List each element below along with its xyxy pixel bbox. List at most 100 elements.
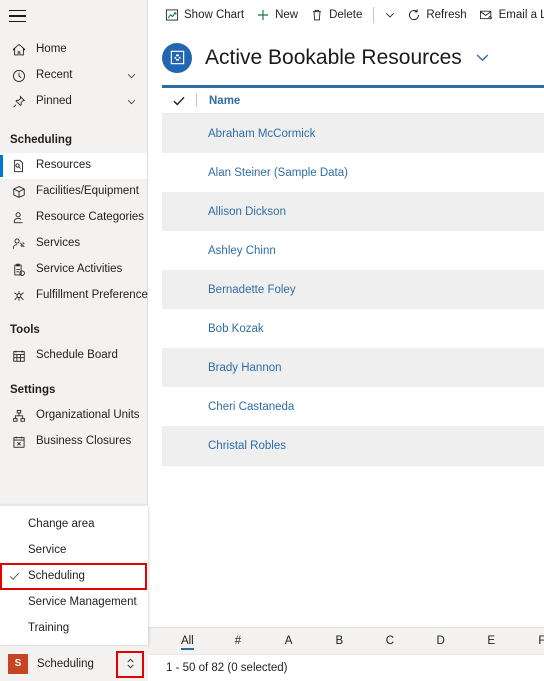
sidebar-item-fulfillment-preferences[interactable]: Fulfillment Preferences xyxy=(0,283,154,309)
sidebar-item-label: Service Activities xyxy=(36,263,123,276)
fulfillment-icon xyxy=(10,288,28,304)
page-title: Active Bookable Resources xyxy=(205,45,462,69)
row-name-link[interactable]: Abraham McCormick xyxy=(208,128,315,140)
delete-button[interactable]: Delete xyxy=(304,1,368,29)
view-selector-chevron-down-icon[interactable] xyxy=(474,49,491,66)
row-name-link[interactable]: Bob Kozak xyxy=(208,323,264,335)
sidebar-item-pinned[interactable]: Pinned xyxy=(0,89,147,115)
clock-icon xyxy=(10,68,28,84)
area-switcher-header: Change area xyxy=(28,518,95,530)
sidebar: Home Recent Pinned Scheduling Resources … xyxy=(0,0,154,681)
plus-icon xyxy=(256,8,270,22)
chevron-down-icon[interactable] xyxy=(126,97,137,108)
row-name-link[interactable]: Christal Robles xyxy=(208,440,286,452)
area-option-service[interactable]: Service xyxy=(0,537,148,563)
chevron-down-icon[interactable] xyxy=(126,71,137,82)
area-option-scheduling[interactable]: Scheduling xyxy=(0,563,148,589)
row-name-link[interactable]: Cheri Castaneda xyxy=(208,401,294,413)
command-bar: Show Chart New Delete Refresh Email a L xyxy=(148,0,544,30)
show-chart-icon xyxy=(165,8,179,22)
show-chart-button[interactable]: Show Chart xyxy=(159,1,250,29)
sidebar-item-label: Schedule Board xyxy=(36,349,118,362)
new-button[interactable]: New xyxy=(250,1,304,29)
sidebar-item-resource-categories[interactable]: Resource Categories xyxy=(0,205,147,231)
calendar-board-icon xyxy=(10,348,28,364)
sidebar-item-label: Services xyxy=(36,237,81,250)
grid-empty-space xyxy=(162,465,544,627)
alpha-filter-f[interactable]: F xyxy=(517,635,544,647)
command-label: New xyxy=(275,9,299,21)
column-header-name: Name xyxy=(209,94,241,107)
row-name-link[interactable]: Brady Hannon xyxy=(208,362,282,374)
hamburger-button[interactable] xyxy=(0,0,147,32)
table-row[interactable]: Bernadette Foley xyxy=(162,270,544,309)
alpha-filter-all[interactable]: All xyxy=(162,635,213,650)
activity-icon xyxy=(10,262,28,278)
row-name-link[interactable]: Ashley Chinn xyxy=(208,245,276,257)
table-row[interactable]: Christal Robles xyxy=(162,426,544,465)
sidebar-item-business-closures[interactable]: Business Closures xyxy=(0,429,147,455)
area-option-label: Training xyxy=(28,622,70,634)
table-row[interactable]: Abraham McCormick xyxy=(162,114,544,153)
hamburger-icon xyxy=(9,9,26,23)
app-logo: S xyxy=(8,653,28,674)
table-row[interactable]: Bob Kozak xyxy=(162,309,544,348)
sidebar-item-service-activities[interactable]: Service Activities xyxy=(0,257,147,283)
home-icon xyxy=(10,42,28,58)
table-row[interactable]: Cheri Castaneda xyxy=(162,387,544,426)
grid-rows: Abraham McCormick Alan Steiner (Sample D… xyxy=(162,114,544,465)
alpha-filter-a[interactable]: A xyxy=(263,635,314,647)
alpha-filter-d[interactable]: D xyxy=(415,635,466,647)
sidebar-item-services[interactable]: Services xyxy=(0,231,147,257)
alpha-filter-e[interactable]: E xyxy=(466,635,517,647)
row-name-link[interactable]: Alan Steiner (Sample Data) xyxy=(208,167,348,179)
chevron-down-icon xyxy=(384,9,396,21)
area-option-service-management[interactable]: Service Management xyxy=(0,589,148,615)
sidebar-item-recent[interactable]: Recent xyxy=(0,63,147,89)
area-option-training[interactable]: Training xyxy=(0,615,148,641)
main-content: Show Chart New Delete Refresh Email a L … xyxy=(148,0,544,681)
sidebar-item-resources[interactable]: Resources xyxy=(0,153,147,179)
table-row[interactable]: Allison Dickson xyxy=(162,192,544,231)
table-row[interactable]: Brady Hannon xyxy=(162,348,544,387)
table-row[interactable]: Ashley Chinn xyxy=(162,231,544,270)
command-label: Email a Link xyxy=(498,9,544,21)
org-units-icon xyxy=(10,408,28,424)
area-switcher-menu: Change area Service Scheduling Service M… xyxy=(0,505,148,645)
trash-icon xyxy=(310,8,324,22)
services-icon xyxy=(10,236,28,252)
alphabet-index-bar: All # A B C D E F xyxy=(148,627,544,654)
alpha-filter-hash[interactable]: # xyxy=(213,635,264,647)
table-row[interactable]: Alan Steiner (Sample Data) xyxy=(162,153,544,192)
command-separator xyxy=(373,7,375,23)
area-option-label: Service xyxy=(28,544,67,556)
sidebar-item-home[interactable]: Home xyxy=(0,37,147,63)
sidebar-top-nav: Home Recent Pinned xyxy=(0,32,147,115)
view-title-bar: Active Bookable Resources xyxy=(148,30,544,85)
sidebar-item-label: Home xyxy=(36,43,67,56)
sidebar-item-organizational-units[interactable]: Organizational Units xyxy=(0,403,147,429)
results-grid: Name Abraham McCormick Alan Steiner (Sam… xyxy=(148,85,544,627)
command-label: Delete xyxy=(329,9,363,21)
facility-icon xyxy=(10,184,28,200)
sidebar-item-facilities-equipment[interactable]: Facilities/Equipment xyxy=(0,179,147,205)
row-name-link[interactable]: Bernadette Foley xyxy=(208,284,296,296)
expand-collapse-icon[interactable] xyxy=(118,652,142,676)
alpha-filter-c[interactable]: C xyxy=(365,635,416,647)
email-a-link-button[interactable]: Email a Link xyxy=(473,1,544,29)
sidebar-item-label: Resource Categories xyxy=(36,211,145,224)
overflow-menu-button[interactable] xyxy=(379,1,401,29)
email-link-icon xyxy=(479,8,494,22)
sidebar-item-label: Pinned xyxy=(36,95,72,108)
business-closure-icon xyxy=(10,434,28,450)
sidebar-item-label: Fulfillment Preferences xyxy=(36,289,154,302)
alpha-filter-b[interactable]: B xyxy=(314,635,365,647)
row-name-link[interactable]: Allison Dickson xyxy=(208,206,286,218)
app-area-bar[interactable]: S Scheduling xyxy=(0,645,148,681)
refresh-button[interactable]: Refresh xyxy=(401,1,472,29)
sidebar-group-title-settings: Settings xyxy=(10,384,56,396)
grid-header-row: Name xyxy=(162,88,544,114)
sidebar-item-schedule-board[interactable]: Schedule Board xyxy=(0,343,147,369)
sidebar-group-title-scheduling: Scheduling xyxy=(10,134,72,146)
select-all-checkmark-icon[interactable] xyxy=(162,94,196,108)
